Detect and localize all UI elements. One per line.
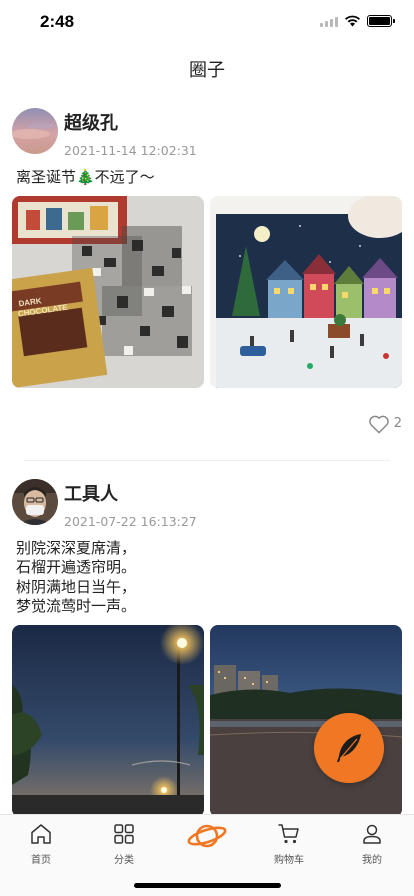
compose-post-button[interactable] xyxy=(314,713,384,783)
grid-icon xyxy=(114,824,134,844)
tab-home[interactable]: 首页 xyxy=(0,821,82,866)
post-timestamp: 2021-11-14 12:02:31 xyxy=(64,143,197,158)
tab-label: 分类 xyxy=(114,855,134,866)
battery-icon xyxy=(367,15,395,27)
page-title: 圈子 xyxy=(189,60,225,81)
status-icons xyxy=(320,15,395,27)
post-header: 工具人 2021-07-22 16:13:27 xyxy=(12,461,402,529)
status-bar: 2:48 xyxy=(0,0,414,44)
wifi-icon xyxy=(345,15,360,27)
post-images: DARK CHOCOLATE xyxy=(12,195,402,388)
avatar[interactable] xyxy=(12,108,58,154)
home-icon xyxy=(31,824,51,844)
evening-street-lamp-photo[interactable] xyxy=(12,624,204,814)
tab-profile[interactable]: 我的 xyxy=(331,821,413,866)
tab-label: 首页 xyxy=(31,855,51,866)
tab-label: 购物车 xyxy=(274,855,304,866)
post-meta: 工具人 2021-07-22 16:13:27 xyxy=(64,479,197,529)
home-indicator xyxy=(134,883,281,888)
signal-icon xyxy=(320,16,338,27)
tab-bar: 首页 分类 购物车 我的 xyxy=(0,814,414,896)
tab-category[interactable]: 分类 xyxy=(83,821,165,866)
post-text: 别院深深夏席清， 石榴开遍透帘明。 树阴满地日当午， 梦觉流莺时一声。 xyxy=(16,538,137,616)
tab-circle[interactable] xyxy=(166,821,248,855)
feed-list[interactable]: 超级孔 2021-11-14 12:02:31 离圣诞节🎄不远了～ DARK C… xyxy=(0,96,414,814)
like-row: 2 xyxy=(12,414,402,434)
jigsaw-puzzle-pieces-photo[interactable]: DARK CHOCOLATE xyxy=(12,195,204,388)
status-time: 2:48 xyxy=(40,12,75,31)
heart-icon[interactable] xyxy=(368,414,390,434)
post-timestamp: 2021-07-22 16:13:27 xyxy=(64,513,197,529)
tab-cart[interactable]: 购物车 xyxy=(248,821,330,866)
planet-icon xyxy=(187,824,227,848)
like-count: 2 xyxy=(393,416,402,431)
lakeside-dusk-photo[interactable] xyxy=(210,624,402,814)
post-meta: 超级孔 2021-11-14 12:02:31 xyxy=(64,108,197,158)
avatar[interactable] xyxy=(12,478,58,525)
feed-post: 超级孔 2021-11-14 12:02:31 离圣诞节🎄不远了～ DARK C… xyxy=(0,96,414,461)
username[interactable]: 工具人 xyxy=(64,483,197,507)
username[interactable]: 超级孔 xyxy=(64,112,197,136)
christmas-village-puzzle-photo[interactable] xyxy=(210,195,402,388)
feather-quill-icon xyxy=(337,734,361,762)
cart-icon xyxy=(278,824,299,844)
user-icon xyxy=(363,824,381,844)
post-header: 超级孔 2021-11-14 12:02:31 xyxy=(12,96,402,158)
post-text: 离圣诞节🎄不远了～ xyxy=(16,168,155,186)
tab-label: 我的 xyxy=(362,855,382,866)
